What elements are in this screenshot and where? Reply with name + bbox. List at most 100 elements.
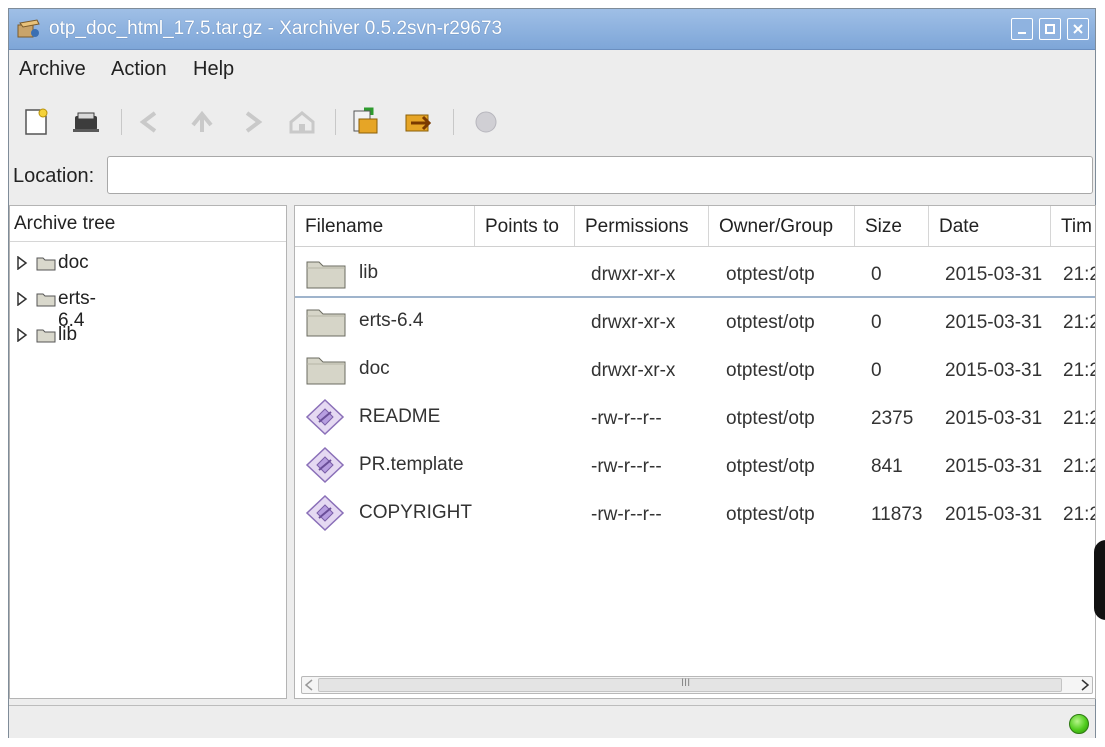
column-header-row: Filename Points to Permissions Owner/Gro… <box>295 206 1095 246</box>
table-row[interactable]: PR.template -rw-r--r-- otptest/otp 841 2… <box>295 442 1095 488</box>
column-header-date[interactable]: Date <box>929 206 1051 246</box>
menu-action[interactable]: Action <box>111 58 167 81</box>
status-led-icon <box>1069 714 1089 734</box>
permissions: drwxr-xr-x <box>591 312 676 333</box>
column-header-time[interactable]: Tim <box>1051 206 1095 246</box>
home-icon[interactable] <box>285 105 319 139</box>
column-header-size[interactable]: Size <box>855 206 929 246</box>
date: 2015-03-31 <box>945 264 1043 285</box>
time: 21:2 <box>1063 264 1095 285</box>
size: 0 <box>871 360 882 381</box>
stop-icon[interactable] <box>469 105 503 139</box>
file-icon <box>305 446 345 484</box>
column-header-points-to[interactable]: Points to <box>475 206 575 246</box>
column-header-filename[interactable]: Filename <box>295 206 475 246</box>
window-title: otp_doc_html_17.5.tar.gz - Xarchiver 0.5… <box>49 18 503 39</box>
maximize-button[interactable] <box>1039 18 1061 40</box>
column-header-permissions[interactable]: Permissions <box>575 206 709 246</box>
date: 2015-03-31 <box>945 312 1043 333</box>
size: 0 <box>871 264 882 285</box>
date: 2015-03-31 <box>945 408 1043 429</box>
permissions: -rw-r--r-- <box>591 408 662 429</box>
menu-bar: Archive Action Help <box>9 53 1095 83</box>
size: 0 <box>871 312 882 333</box>
table-row[interactable]: COPYRIGHT -rw-r--r-- otptest/otp 11873 2… <box>295 490 1095 536</box>
time: 21:2 <box>1063 360 1095 381</box>
xarchiver-app-icon <box>17 19 40 38</box>
folder-icon <box>36 257 56 271</box>
archive-tree-pane[interactable]: Archive tree doc erts-6.4 lib <box>9 205 287 699</box>
menu-archive[interactable]: Archive <box>19 58 86 81</box>
app-window: otp_doc_html_17.5.tar.gz - Xarchiver 0.5… <box>8 8 1096 738</box>
time: 21:2 <box>1063 456 1095 477</box>
close-button[interactable] <box>1067 18 1089 40</box>
time: 21:2 <box>1063 408 1095 429</box>
toolbar-separator <box>121 109 122 135</box>
location-input[interactable] <box>107 156 1093 194</box>
screen-edge-shadow <box>1094 540 1105 620</box>
date: 2015-03-31 <box>945 456 1043 477</box>
folder-icon <box>306 357 346 385</box>
column-header-owner-group[interactable]: Owner/Group <box>709 206 855 246</box>
permissions: drwxr-xr-x <box>591 264 676 285</box>
archive-tree-header: Archive tree <box>10 206 286 242</box>
title-bar[interactable]: otp_doc_html_17.5.tar.gz - Xarchiver 0.5… <box>9 9 1095 50</box>
toolbar <box>9 97 1095 147</box>
toolbar-separator <box>335 109 336 135</box>
table-row[interactable]: README -rw-r--r-- otptest/otp 2375 2015-… <box>295 394 1095 440</box>
scrollbar-thumb[interactable]: III <box>318 677 1062 692</box>
maximize-icon <box>1045 24 1055 34</box>
size: 841 <box>871 456 903 477</box>
owner-group: otptest/otp <box>726 456 815 477</box>
menu-help[interactable]: Help <box>193 58 234 81</box>
time: 21:2 <box>1063 504 1095 525</box>
file-list-pane[interactable]: Filename Points to Permissions Owner/Gro… <box>294 205 1096 699</box>
owner-group: otptest/otp <box>726 312 815 333</box>
filename: README <box>359 406 441 427</box>
file-icon <box>305 494 345 532</box>
minimize-icon <box>1018 32 1026 34</box>
location-label: Location: <box>13 165 95 187</box>
filename: erts-6.4 <box>359 310 424 331</box>
date: 2015-03-31 <box>945 504 1043 525</box>
new-archive-icon[interactable] <box>19 105 53 139</box>
add-icon[interactable] <box>401 105 435 139</box>
extract-icon[interactable] <box>349 105 383 139</box>
filename: PR.template <box>359 454 464 475</box>
folder-icon <box>36 293 56 307</box>
filename: lib <box>359 262 379 283</box>
folder-icon <box>36 329 56 343</box>
folder-icon <box>306 261 346 289</box>
scroll-right-icon[interactable] <box>1080 679 1090 691</box>
file-icon <box>305 398 345 436</box>
toolbar-separator <box>453 109 454 135</box>
table-row[interactable]: lib drwxr-xr-x otptest/otp 0 2015-03-31 … <box>295 250 1095 298</box>
filename: doc <box>359 358 390 379</box>
owner-group: otptest/otp <box>726 408 815 429</box>
owner-group: otptest/otp <box>726 264 815 285</box>
size: 11873 <box>871 504 923 525</box>
status-bar <box>9 705 1095 738</box>
owner-group: otptest/otp <box>726 360 815 381</box>
scroll-left-icon[interactable] <box>304 679 314 691</box>
owner-group: otptest/otp <box>726 504 815 525</box>
size: 2375 <box>871 408 914 429</box>
back-icon[interactable] <box>133 105 167 139</box>
tree-item-label: doc <box>58 252 89 273</box>
tree-item-label: lib <box>58 324 78 345</box>
header-divider <box>295 246 1095 247</box>
horizontal-scrollbar[interactable]: III <box>301 676 1093 694</box>
close-icon <box>1073 24 1083 34</box>
up-icon[interactable] <box>185 105 219 139</box>
expand-arrow-icon[interactable] <box>16 256 28 270</box>
time: 21:2 <box>1063 312 1095 333</box>
minimize-button[interactable] <box>1011 18 1033 40</box>
expand-arrow-icon[interactable] <box>16 328 28 342</box>
expand-arrow-icon[interactable] <box>16 292 28 306</box>
open-archive-icon[interactable] <box>69 105 103 139</box>
filename: COPYRIGHT <box>359 502 472 523</box>
permissions: drwxr-xr-x <box>591 360 676 381</box>
table-row[interactable]: erts-6.4 drwxr-xr-x otptest/otp 0 2015-0… <box>295 298 1095 344</box>
forward-icon[interactable] <box>235 105 269 139</box>
table-row[interactable]: doc drwxr-xr-x otptest/otp 0 2015-03-31 … <box>295 346 1095 392</box>
